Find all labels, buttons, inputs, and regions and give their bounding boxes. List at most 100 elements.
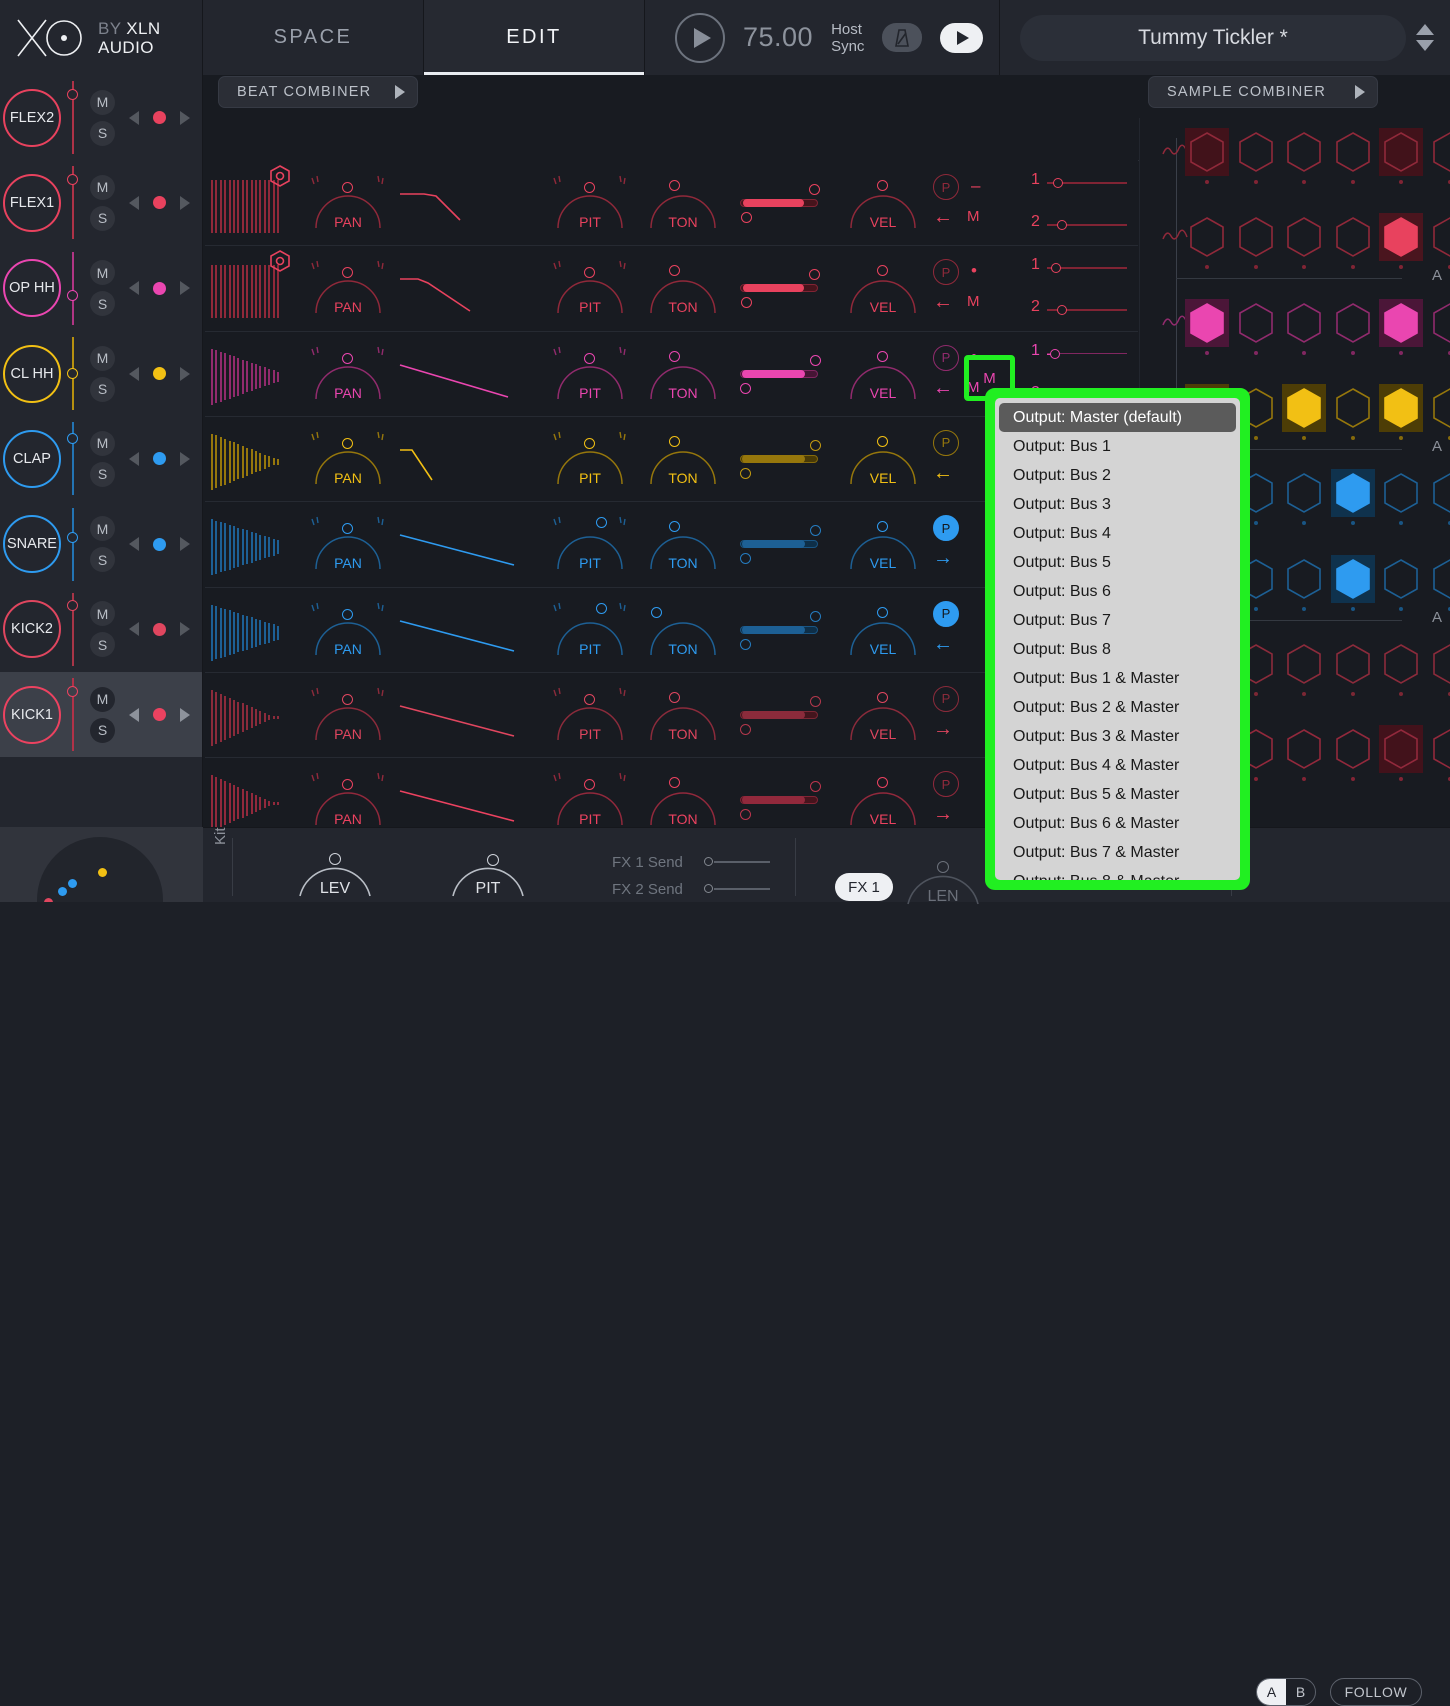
playback-p-button[interactable]: P [933,771,959,797]
next-sample-icon[interactable] [180,111,190,125]
pad-circle-kick1[interactable]: KICK1 [3,686,61,744]
fader-knob[interactable] [67,433,78,444]
cut-cell[interactable] [738,501,820,586]
xy-pad-dot[interactable] [98,868,107,877]
sidebar-pad-row-clap[interactable]: CLAPMS [0,416,202,501]
fader-knob[interactable] [67,600,78,611]
playback-p-button[interactable]: P [933,515,959,541]
pitch-cell[interactable]: PIT [550,501,630,586]
playback-controls[interactable]: P–←M [933,174,1023,236]
pitch-knob[interactable]: PIT [550,174,630,230]
pad-fader-flex2[interactable] [61,75,85,160]
envelope-curve[interactable] [398,527,528,577]
velsens-knob[interactable]: VEL [843,515,923,571]
envelope-cell[interactable] [398,587,528,672]
cut-low-handle[interactable] [741,212,752,223]
host-sync-label[interactable]: Host Sync [831,21,864,55]
pitch-knob[interactable]: PIT [550,601,630,657]
envelope-cell[interactable] [398,245,528,330]
cut-slider[interactable] [738,182,820,222]
knob-handle[interactable] [669,692,680,703]
knob-handle[interactable] [877,180,888,191]
playback-p-button[interactable]: P [933,345,959,371]
arrow-left-icon[interactable]: ← [933,462,953,485]
sidebar-pad-row-flex2[interactable]: FLEX2MS [0,75,202,160]
playback-cell[interactable]: P–←M [933,160,1023,245]
cut-high-handle[interactable] [809,269,820,280]
dropdown-item-15[interactable]: Output: Bus 7 & Master [995,838,1240,867]
sequencer-step[interactable] [1336,644,1370,684]
velsens-knob[interactable]: VEL [843,259,923,315]
ab-toggle-a[interactable]: A [1257,1679,1286,1705]
knob-handle[interactable] [669,180,680,191]
sample-waveform[interactable] [211,430,283,490]
velsens-cell[interactable]: VEL [843,416,923,501]
knob-handle[interactable] [651,607,662,618]
sidebar-pad-row-cl-hh[interactable]: CL HH MS [0,331,202,416]
caret-down-icon[interactable] [1416,40,1434,51]
sequencer-step[interactable] [1239,303,1273,343]
fx-send-handle[interactable] [1057,305,1067,315]
envelope-cell[interactable] [398,331,528,416]
pitch-knob[interactable]: PIT [550,686,630,742]
cut-low-handle[interactable] [740,724,751,735]
cut-low-handle[interactable] [740,809,751,820]
pan-cell[interactable]: PAN [308,245,388,330]
sample-combiner-button[interactable]: SAMPLE COMBINER [1148,76,1378,108]
solo-button[interactable]: S [90,377,115,402]
arrow-left-icon[interactable]: ← [933,291,953,314]
tempo-value[interactable]: 75.00 [743,22,813,53]
fx-sends[interactable]: 12 [1031,174,1126,236]
cut-high-handle[interactable] [810,611,821,622]
dropdown-item-0[interactable]: Output: Master (default) [999,403,1236,432]
pad-circle-flex1[interactable]: FLEX1 [3,174,61,232]
playback-mode-label[interactable]: M [967,208,980,225]
pan-knob[interactable]: PAN [308,259,388,315]
tone-knob[interactable]: TON [643,430,723,486]
tab-space[interactable]: SPACE [203,0,424,75]
fx2-send-handle[interactable] [704,884,713,893]
pan-cell[interactable]: PAN [308,672,388,757]
next-sample-icon[interactable] [180,708,190,722]
sequencer-step[interactable] [1190,303,1224,343]
sample-cell[interactable] [211,587,283,672]
dropdown-item-16[interactable]: Output: Bus 8 & Master [995,867,1240,880]
cut-high-handle[interactable] [809,184,820,195]
pitch-cell[interactable]: PIT [550,331,630,416]
cut-high-handle[interactable] [810,355,821,366]
sequencer-step[interactable] [1287,559,1321,599]
sequencer-step[interactable] [1190,217,1224,257]
fx-send-handle[interactable] [1050,349,1060,359]
solo-button[interactable]: S [90,718,115,743]
solo-button[interactable]: S [90,291,115,316]
pad-color-dot[interactable] [153,623,166,636]
knob-handle[interactable] [342,438,353,449]
pad-circle-cl-hh[interactable]: CL HH [3,345,61,403]
pan-knob[interactable]: PAN [308,174,388,230]
sample-cell[interactable] [211,672,283,757]
mute-button[interactable]: M [90,346,115,371]
sample-waveform[interactable] [211,601,283,661]
playback-p-button[interactable]: P [933,601,959,627]
mute-button[interactable]: M [90,260,115,285]
xy-pad-dot[interactable] [68,879,77,888]
sequencer-step[interactable] [1287,473,1321,513]
sample-waveform[interactable] [211,771,283,831]
tone-cell[interactable]: TON [643,160,723,245]
knob-handle[interactable] [584,438,595,449]
knob-handle[interactable] [937,861,949,873]
sequencer-step[interactable] [1433,132,1450,172]
fader-knob[interactable] [67,290,78,301]
velsens-knob[interactable]: VEL [843,601,923,657]
envelope-cell[interactable] [398,416,528,501]
ab-toggle[interactable]: A B [1256,1678,1316,1706]
tone-knob[interactable]: TON [643,515,723,571]
sample-waveform[interactable] [211,174,283,234]
prev-sample-icon[interactable] [129,196,139,210]
sequencer-step[interactable] [1239,217,1273,257]
metronome-button[interactable] [882,23,922,52]
tone-cell[interactable]: TON [643,587,723,672]
dropdown-item-4[interactable]: Output: Bus 4 [995,519,1240,548]
prev-sample-icon[interactable] [129,367,139,381]
pitch-knob[interactable]: PIT [550,430,630,486]
